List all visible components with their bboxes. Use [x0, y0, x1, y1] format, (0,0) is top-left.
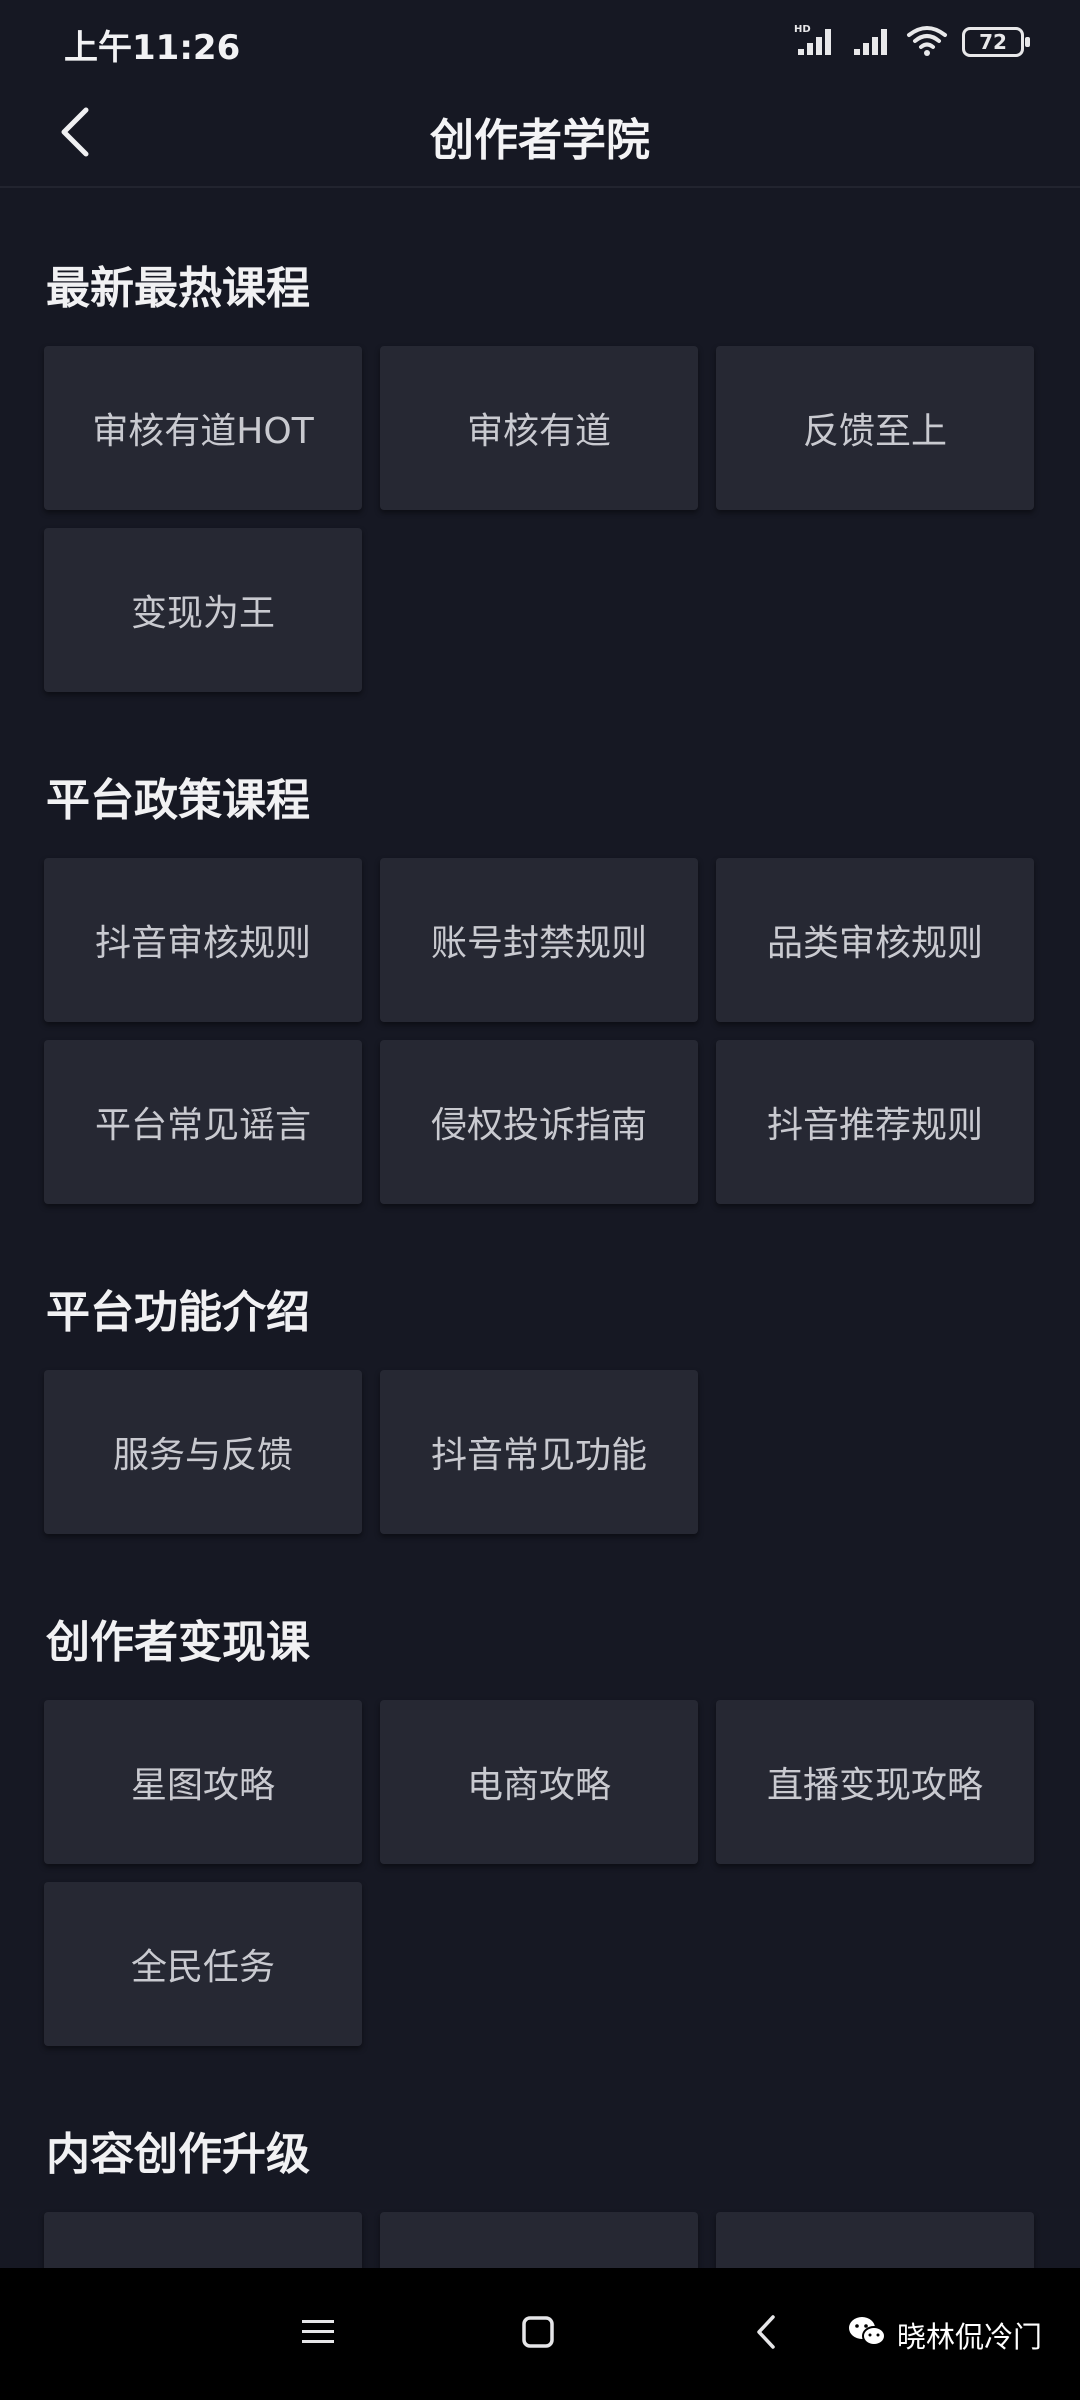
battery-level: 72 — [979, 30, 1007, 54]
course-card[interactable]: 平台常见谣言 — [44, 1040, 362, 1204]
course-card[interactable]: 抖音推荐规则 — [716, 1040, 1034, 1204]
course-card[interactable]: 侵权投诉指南 — [380, 1040, 698, 1204]
nav-back-button[interactable] — [736, 2304, 796, 2364]
course-card[interactable]: 抖音常见功能 — [380, 1370, 698, 1534]
system-nav-bar: 晓林侃冷门 — [0, 2268, 1080, 2400]
home-icon — [521, 2315, 555, 2353]
back-icon — [754, 2314, 778, 2354]
home-button[interactable] — [508, 2304, 568, 2364]
section-title: 创作者变现课 — [46, 1617, 310, 1668]
page-title: 创作者学院 — [430, 115, 650, 166]
course-card[interactable]: 电商攻略 — [380, 1700, 698, 1864]
course-card[interactable]: 账号封禁规则 — [380, 858, 698, 1022]
course-card[interactable]: 服务与反馈 — [44, 1370, 362, 1534]
course-card[interactable] — [716, 2212, 1034, 2268]
header: 创作者学院 — [0, 84, 1080, 188]
watermark-text: 晓林侃冷门 — [896, 2320, 1042, 2354]
course-card[interactable]: 全民任务 — [44, 1882, 362, 2046]
course-card[interactable]: 审核有道HOT — [44, 346, 362, 510]
battery-indicator: 72 — [962, 27, 1030, 57]
course-list[interactable]: 最新最热课程 审核有道HOT 审核有道 反馈至上 变现为王 平台政策课程 抖音审… — [0, 188, 1080, 2268]
course-card[interactable]: 抖音审核规则 — [44, 858, 362, 1022]
watermark: 晓林侃冷门 — [847, 2314, 1042, 2356]
course-card[interactable]: 审核有道 — [380, 346, 698, 510]
course-card[interactable]: 变现为王 — [44, 528, 362, 692]
section-title: 平台功能介绍 — [46, 1287, 310, 1338]
section-title: 内容创作升级 — [46, 2129, 310, 2180]
section-title: 最新最热课程 — [46, 263, 310, 314]
status-time: 上午11:26 — [64, 28, 241, 68]
course-card[interactable] — [380, 2212, 698, 2268]
menu-button[interactable] — [288, 2304, 348, 2364]
status-icons: HD 72 — [794, 22, 1030, 62]
wifi-icon — [906, 23, 948, 61]
menu-icon — [300, 2317, 336, 2351]
wechat-icon — [847, 2315, 887, 2356]
course-card[interactable]: 星图攻略 — [44, 1700, 362, 1864]
status-bar: 上午11:26 HD 72 — [0, 0, 1080, 84]
signal-icon — [852, 23, 892, 61]
course-card[interactable]: 直播变现攻略 — [716, 1700, 1034, 1864]
course-card[interactable]: 品类审核规则 — [716, 858, 1034, 1022]
course-card[interactable]: 反馈至上 — [716, 346, 1034, 510]
section-title: 平台政策课程 — [46, 775, 310, 826]
signal-icon: HD — [794, 23, 838, 61]
svg-text:HD: HD — [794, 24, 811, 35]
course-card[interactable] — [44, 2212, 362, 2268]
